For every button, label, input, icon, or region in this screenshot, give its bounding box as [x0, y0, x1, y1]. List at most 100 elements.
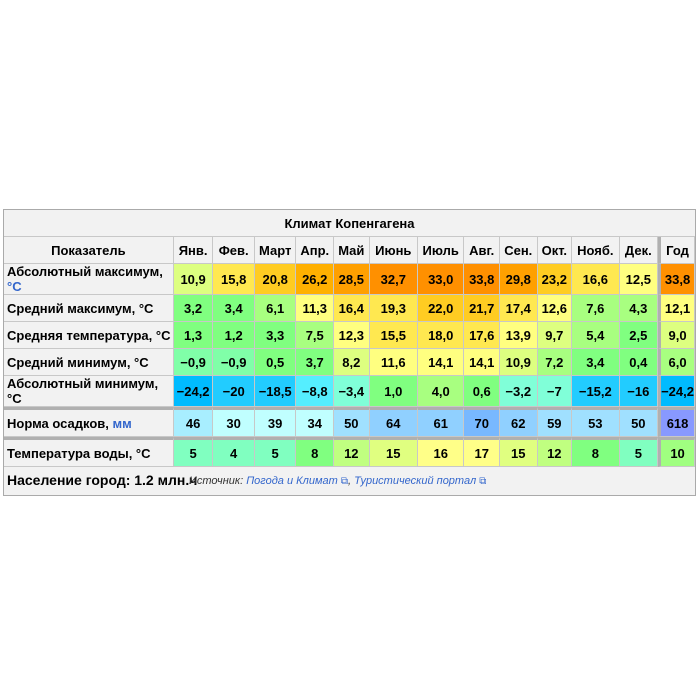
value-cell: −0,9: [213, 349, 255, 376]
value-cell: −24,2: [173, 376, 214, 407]
header-label: Показатель: [4, 237, 174, 264]
value-cell: 8: [296, 437, 335, 467]
value-cell: 23,2: [537, 264, 573, 295]
value-cell: 7,5: [296, 322, 335, 349]
value-cell: 13,9: [499, 322, 538, 349]
external-link-icon: ⧉: [479, 476, 487, 487]
value-cell: −3,4: [334, 376, 370, 407]
value-cell: 5: [619, 437, 659, 467]
value-cell: 21,7: [464, 295, 500, 322]
value-cell: 4: [213, 437, 255, 467]
year-cell: 9,0: [658, 322, 695, 349]
value-cell: 10,9: [499, 349, 538, 376]
value-cell: 28,5: [334, 264, 370, 295]
month-header: Дек.: [619, 237, 659, 264]
link-tourist-portal[interactable]: Туристический портал: [354, 475, 476, 487]
value-cell: 12: [537, 437, 573, 467]
month-header: Апр.: [296, 237, 335, 264]
table-row: Норма осадков, мм 46 30 39 34 50 64 61 70 62 59 53 5…: [4, 407, 695, 437]
source-label: Источник:: [189, 475, 247, 487]
row-label: Средняя температура, °C: [4, 322, 174, 349]
year-cell: 33,8: [658, 264, 695, 295]
row-label-text: Абсолютный максимум,: [7, 264, 163, 279]
value-cell: 33,0: [417, 264, 465, 295]
month-header: Нояб.: [572, 237, 620, 264]
value-cell: 61: [417, 407, 465, 437]
unit-link[interactable]: мм: [113, 416, 132, 431]
value-cell: 59: [537, 407, 573, 437]
source-text: Источник: Погода и Климат ⧉, Туристическ…: [189, 475, 486, 487]
value-cell: 5: [254, 437, 297, 467]
month-header: Июнь: [369, 237, 418, 264]
population-text: Население город: 1.2 млн.ч: [7, 472, 198, 488]
value-cell: 5,4: [572, 322, 620, 349]
value-cell: 22,0: [417, 295, 465, 322]
value-cell: 34: [296, 407, 335, 437]
value-cell: −3,2: [499, 376, 538, 407]
value-cell: 10,9: [173, 264, 214, 295]
value-cell: −20: [213, 376, 255, 407]
value-cell: −16: [619, 376, 659, 407]
table-row: Средний минимум, °C −0,9 −0,9 0,5 3,7 8,2 11,6…: [4, 349, 695, 376]
row-label-text: Средний максимум, °C: [7, 300, 154, 316]
value-cell: 17,6: [464, 322, 500, 349]
value-cell: 64: [369, 407, 418, 437]
value-cell: 7,6: [572, 295, 620, 322]
month-header: Авг.: [464, 237, 500, 264]
value-cell: 17,4: [499, 295, 538, 322]
value-cell: 46: [173, 407, 214, 437]
value-cell: −15,2: [572, 376, 620, 407]
row-label: Норма осадков, мм: [4, 407, 174, 437]
value-cell: 12,3: [334, 322, 370, 349]
link-pogoda-klimat[interactable]: Погода и Климат: [246, 475, 338, 487]
row-label-text: Норма осадков,: [7, 415, 113, 431]
table-row: Средняя температура, °C 1,3 1,2 3,3 7,5 12,3 1…: [4, 322, 695, 349]
climate-table: Климат Копенгагена Показатель Янв. Фев. Мар…: [3, 209, 696, 496]
month-header: Фев.: [213, 237, 255, 264]
value-cell: 8: [572, 437, 620, 467]
value-cell: 15,5: [369, 322, 418, 349]
value-cell: 7,2: [537, 349, 573, 376]
row-label: Температура воды, °C: [4, 437, 174, 467]
month-header: Янв.: [173, 237, 214, 264]
row-label-text: Абсолютный минимум, °C: [7, 376, 159, 406]
value-cell: 20,8: [254, 264, 297, 295]
value-cell: 50: [334, 407, 370, 437]
value-cell: 0,6: [464, 376, 500, 407]
value-cell: 16: [417, 437, 465, 467]
table-title: Климат Копенгагена: [4, 210, 695, 237]
value-cell: −18,5: [254, 376, 297, 407]
value-cell: 12,6: [537, 295, 573, 322]
year-cell: 6,0: [658, 349, 695, 376]
table-row: Средний максимум, °C 3,2 3,4 6,1 11,3 16,4 19,…: [4, 295, 695, 322]
value-cell: 0,5: [254, 349, 297, 376]
value-cell: 14,1: [464, 349, 500, 376]
value-cell: 18,0: [417, 322, 465, 349]
value-cell: 19,3: [369, 295, 418, 322]
value-cell: −8,8: [296, 376, 335, 407]
value-cell: 4,3: [619, 295, 659, 322]
value-cell: 1,0: [369, 376, 418, 407]
year-cell: 618: [658, 407, 695, 437]
value-cell: 5: [173, 437, 214, 467]
value-cell: 3,4: [572, 349, 620, 376]
value-cell: 70: [464, 407, 500, 437]
value-cell: 6,1: [254, 295, 297, 322]
value-cell: 3,3: [254, 322, 297, 349]
value-cell: 29,8: [499, 264, 538, 295]
value-cell: 1,3: [173, 322, 214, 349]
row-label: Средний минимум, °C: [4, 349, 174, 376]
row-label-text: Температура воды, °C: [7, 445, 151, 461]
table-row: Температура воды, °C 5 4 5 8 12 15 16 17 15 12 8 5 10: [4, 437, 695, 467]
year-header: Год: [658, 237, 695, 264]
month-header: Сен.: [499, 237, 538, 264]
table-footer: Население город: 1.2 млн.ч Источник: Пог…: [4, 467, 695, 495]
value-cell: 9,7: [537, 322, 573, 349]
value-cell: 12,5: [619, 264, 659, 295]
value-cell: 11,3: [296, 295, 335, 322]
unit-link[interactable]: °C: [7, 279, 22, 294]
month-header: Март: [254, 237, 297, 264]
month-header: Май: [334, 237, 370, 264]
value-cell: 15: [499, 437, 538, 467]
value-cell: 50: [619, 407, 659, 437]
